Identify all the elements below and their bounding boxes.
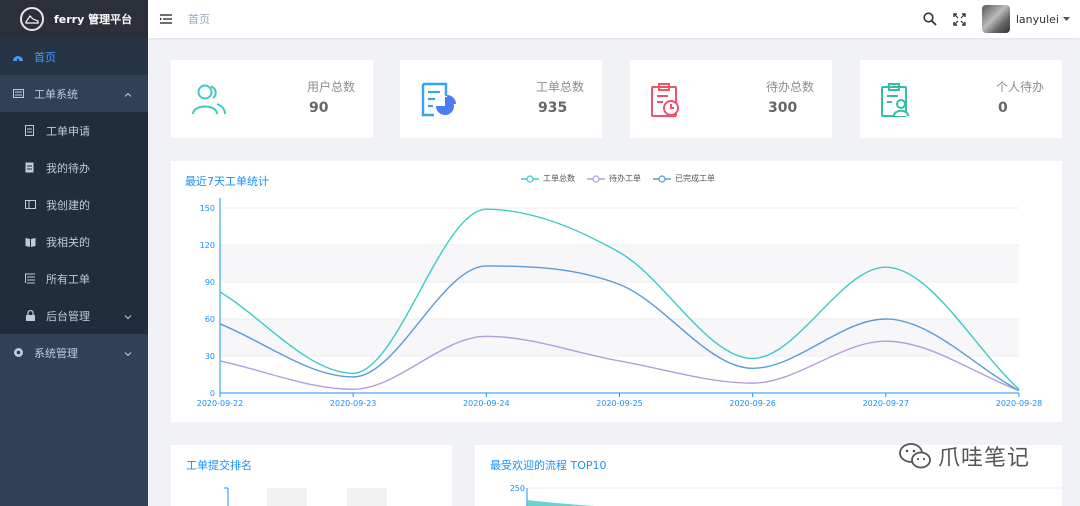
stat-card-tickets[interactable]: 工单总数 935 [400, 60, 602, 138]
stat-value: 0 [998, 100, 1008, 116]
ticket-chart-icon [420, 82, 456, 121]
y-tick-label: 120 [200, 241, 215, 250]
line-chart: 0 30 60 90 120 150 2020-09-22 2020-09-23 2020-09… [197, 198, 1043, 408]
y-tick-label: 150 [200, 204, 215, 213]
watermark-text: 爪哇笔记 [938, 446, 1031, 471]
sidebar-item-ticket-system[interactable]: 工单系统 [0, 75, 148, 112]
clipboard-person-icon [880, 82, 912, 121]
sidebar-item-label: 工单申请 [46, 124, 90, 138]
sidebar-item-label: 工单系统 [34, 87, 78, 101]
stat-label: 待办总数 [765, 80, 814, 94]
x-tick-label: 2020-09-22 [197, 399, 244, 408]
watermark: 爪哇笔记 [898, 440, 1030, 472]
fullscreen-icon[interactable] [953, 12, 966, 26]
ticket-system-icon [12, 88, 24, 100]
y-tick-label: 90 [205, 278, 215, 287]
stat-label: 个人待办 [995, 80, 1044, 94]
created-icon [24, 199, 36, 211]
sidebar-item-home[interactable]: 首页 [0, 38, 148, 75]
related-icon [24, 236, 36, 248]
x-tick-label: 2020-09-28 [996, 399, 1043, 408]
sidebar-item-label: 后台管理 [46, 309, 90, 323]
stat-value: 300 [768, 100, 798, 116]
y-tick-label: 250 [510, 484, 525, 493]
breadcrumb[interactable]: 首页 [188, 11, 210, 27]
y-tick-label: 60 [205, 315, 215, 324]
navbar-right: lanyulei [923, 0, 1080, 38]
ticket-submenu: 工单申请 我的待办 我创建的 我相关的 所有工单 后台管理 [0, 112, 148, 334]
todo-icon [24, 162, 36, 174]
x-tick-label: 2020-09-27 [863, 399, 910, 408]
sidebar-item-label: 所有工单 [46, 272, 90, 286]
clipboard-clock-icon [650, 82, 682, 121]
apply-icon [24, 125, 36, 137]
stat-value: 90 [309, 100, 329, 116]
legend-item-completed[interactable]: 已完成工单 [653, 173, 715, 184]
search-icon[interactable] [923, 12, 937, 26]
app-title: ferry 管理平台 [54, 13, 133, 26]
sidebar-item-created[interactable]: 我创建的 [0, 186, 148, 223]
hamburger-icon[interactable] [160, 14, 172, 24]
x-tick-label: 2020-09-23 [330, 399, 377, 408]
logo-icon [20, 7, 44, 31]
x-tick-label: 2020-09-24 [463, 399, 510, 408]
y-tick-label: 30 [205, 352, 215, 361]
sidebar-item-admin[interactable]: 后台管理 [0, 297, 148, 334]
y-tick-label: 0 [210, 389, 215, 398]
sidebar-item-todo[interactable]: 我的待办 [0, 149, 148, 186]
sidebar-item-label: 我创建的 [46, 198, 90, 212]
legend-label: 已完成工单 [675, 174, 715, 183]
ranking-chart-preview [224, 487, 387, 506]
wechat-icon [899, 443, 931, 469]
series-line-0 [219, 208, 1020, 390]
chart-card: 0 30 60 90 120 150 2020-09-22 2020-09-23 2020-09… [171, 161, 1062, 422]
caret-down-icon[interactable] [1063, 17, 1070, 21]
sidebar-item-apply[interactable]: 工单申请 [0, 112, 148, 149]
stat-value: 935 [538, 100, 568, 116]
chevron-down-icon [124, 346, 132, 359]
dashboard-icon [12, 51, 24, 63]
stat-label: 工单总数 [535, 80, 584, 94]
submission-ranking-card: 工单提交排名 [171, 445, 452, 506]
legend-item-total[interactable]: 工单总数 [521, 173, 575, 184]
stat-label: 用户总数 [306, 80, 355, 94]
navbar: 首页 lanyulei [148, 0, 1080, 38]
chart-title: 最近7天工单统计 [185, 175, 269, 188]
grid-band [220, 319, 1019, 356]
grid-band [220, 245, 1019, 282]
stat-card-users[interactable]: 用户总数 90 [171, 60, 373, 138]
system-icon [12, 347, 24, 359]
legend-item-pending[interactable]: 待办工单 [587, 173, 641, 184]
legend-label: 工单总数 [543, 174, 575, 183]
x-tick-label: 2020-09-26 [729, 399, 776, 408]
stat-card-pending[interactable]: 待办总数 300 [630, 60, 832, 138]
chevron-down-icon [124, 309, 132, 322]
logo[interactable]: ferry 管理平台 [0, 0, 148, 38]
sidebar-item-label: 我的待办 [46, 161, 90, 175]
all-tickets-icon [24, 273, 36, 285]
x-tick-label: 2020-09-25 [596, 399, 643, 408]
legend-label: 待办工单 [609, 174, 641, 183]
lock-icon [24, 310, 36, 322]
sidebar-item-system[interactable]: 系统管理 [0, 334, 148, 371]
sidebar-item-all-tickets[interactable]: 所有工单 [0, 260, 148, 297]
chevron-up-icon [124, 87, 132, 100]
sidebar-item-related[interactable]: 我相关的 [0, 223, 148, 260]
username[interactable]: lanyulei [1016, 13, 1059, 26]
users-icon [191, 82, 227, 119]
sidebar-item-label: 系统管理 [34, 346, 78, 360]
avatar[interactable] [981, 5, 1010, 33]
stat-card-personal-todo[interactable]: 个人待办 0 [860, 60, 1062, 138]
sidebar-item-label: 我相关的 [46, 235, 90, 249]
sidebar: ferry 管理平台 首页 工单系统 工单申请 我的待办 我创建的 我相关的 所… [0, 0, 148, 506]
chart-legend: 工单总数 待办工单 已完成工单 [521, 173, 727, 184]
sidebar-item-label: 首页 [34, 50, 56, 64]
